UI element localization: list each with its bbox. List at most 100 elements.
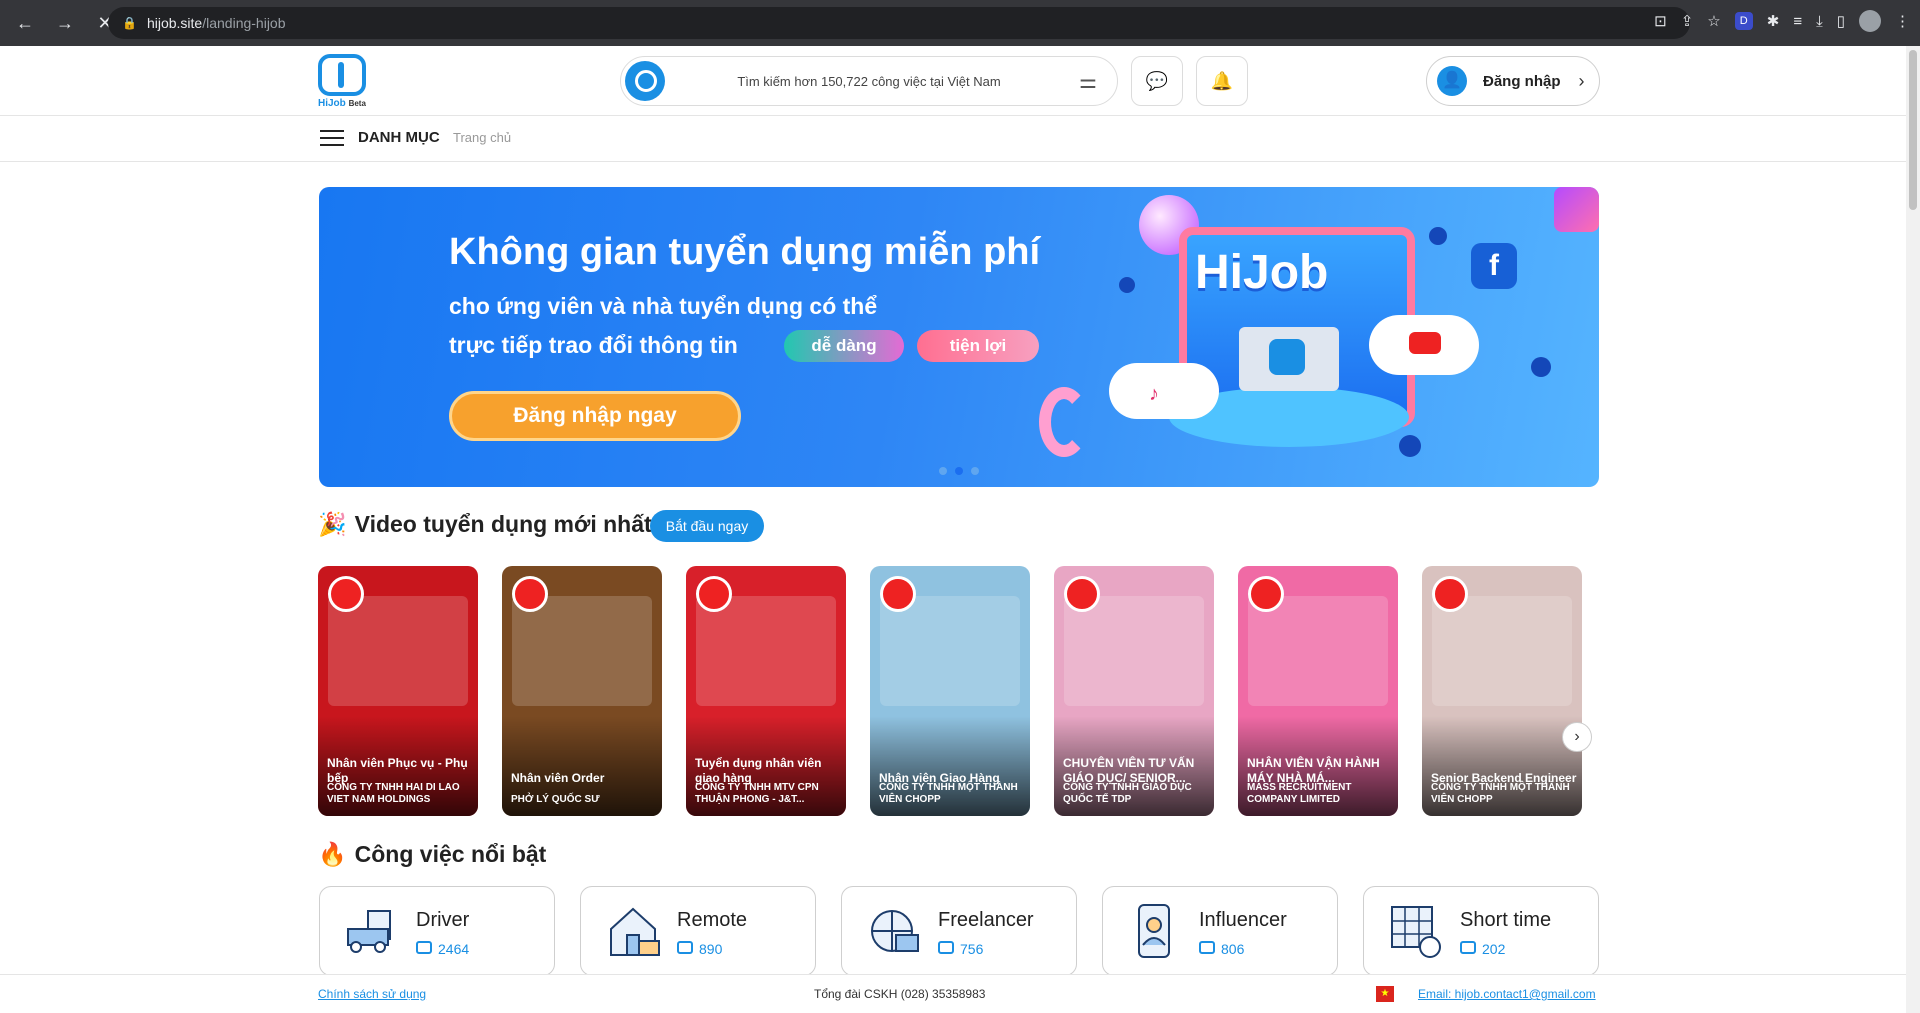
company-logo-icon [1248,576,1284,612]
hamburger-menu-icon[interactable] [320,130,344,148]
video-section-title-text: Video tuyển dụng mới nhất [354,511,652,537]
profile-avatar-icon[interactable] [1859,10,1881,32]
carousel-dot[interactable] [971,467,979,475]
chevron-right-icon: › [1578,70,1585,91]
extension-d-icon[interactable]: D [1734,12,1753,30]
video-title: Nhân viên Order [511,771,605,785]
hotline-text: Tổng đài CSKH (028) 35358983 [814,987,986,1001]
video-card[interactable]: Nhân viên Phục vụ - Phụ bếp CÔNG TY TNHH … [318,566,478,816]
start-now-button[interactable]: Bắt đầu ngay [650,510,764,542]
job-category-name: Remote [677,909,748,931]
chat-button[interactable]: 💬 [1131,56,1183,106]
extensions-puzzle-icon[interactable]: ✱ [1767,12,1780,30]
video-thumbnail [328,596,468,706]
job-category-name: Freelancer [938,909,1034,931]
vietnam-flag-icon[interactable]: ★ [1376,986,1394,1002]
banner-subtitle-line2: trực tiếp trao đổi thông tin [449,332,738,358]
filter-sliders-icon[interactable]: ⚌ [1073,69,1103,94]
bookmark-star-icon[interactable]: ☆ [1707,12,1720,30]
video-card[interactable]: CHUYÊN VIÊN TƯ VẤN GIÁO DỤC/ SENIOR... CÔ… [1054,566,1214,816]
job-category-card[interactable]: Short time 202 [1363,886,1599,976]
youtube-icon [1409,332,1441,354]
page: HiJob Beta ⚌ 💬 🔔 👤 Đăng nhập › DANH MỤC … [0,46,1906,1013]
tiktok-icon: ♪ [1137,377,1171,411]
share-icon[interactable]: ⇪ [1681,12,1694,30]
company-logo-icon [512,576,548,612]
scrollbar-thumb[interactable] [1909,50,1917,210]
carousel-dot-active[interactable] [955,467,963,475]
decor-gem [1554,187,1599,232]
video-thumbnail [512,596,652,706]
featured-section-title-text: Công việc nổi bật [354,841,547,867]
video-card[interactable]: Senior Backend Engineer CÔNG TY TNHH MỘT … [1422,566,1582,816]
login-label: Đăng nhập [1483,72,1561,90]
policy-link[interactable]: Chính sách sử dụng [318,987,426,1001]
video-company: CÔNG TY TNHH MỘT THÀNH VIÊN CHOPP [879,782,1018,805]
reading-list-icon[interactable]: ≡ [1793,13,1802,30]
company-logo-icon [880,576,916,612]
video-company: CÔNG TY TNHH MỘT THÀNH VIÊN CHOPP [1431,782,1570,805]
install-icon[interactable]: ⊡ [1654,12,1667,30]
video-company: MASS RECRUITMENT COMPANY LIMITED [1247,782,1352,805]
download-icon[interactable]: ⤓ [1816,13,1823,30]
site-footer: Chính sách sử dụng Tổng đài CSKH (028) 3… [0,974,1906,1013]
search-icon[interactable] [625,61,665,101]
party-emoji-icon: 🎉 [318,511,347,537]
video-thumbnail [696,596,836,706]
browser-toolbar: ← → ✕ 🔒 hijob.site /landing-hijob ⊡ ⇪ ☆ … [0,0,1920,46]
decor-ring [1039,387,1089,457]
decor-dot [1399,435,1421,457]
video-company: CÔNG TY TNHH HAI DI LAO VIET NAM HOLDING… [327,782,460,805]
facebook-icon: f [1471,243,1517,289]
home-office-icon [603,901,663,961]
notification-button[interactable]: 🔔 [1196,56,1248,106]
globe-briefcase-icon [864,901,924,961]
job-category-card[interactable]: Influencer 806 [1102,886,1338,976]
page-scrollbar[interactable] [1906,46,1920,1013]
decor-dot [1531,357,1551,377]
login-button[interactable]: 👤 Đăng nhập › [1426,56,1600,106]
job-category-card[interactable]: Freelancer 756 [841,886,1077,976]
job-category-card[interactable]: Driver 2464 [319,886,555,976]
login-now-button[interactable]: Đăng nhập ngay [449,391,741,441]
back-icon[interactable]: ← [14,13,36,34]
logo-text: HiJob Beta [318,98,366,109]
video-carousel: Nhân viên Phục vụ - Phụ bếp CÔNG TY TNHH … [318,566,1600,816]
logo[interactable]: HiJob Beta [318,54,378,110]
address-bar[interactable]: 🔒 hijob.site /landing-hijob [108,7,1690,39]
email-link[interactable]: Email: hijob.contact1@gmail.com [1418,987,1596,1001]
browser-nav: ← → ✕ [14,13,116,34]
banner-brand: HiJob [1195,246,1329,299]
forward-icon[interactable]: → [54,13,76,34]
video-thumbnail [880,596,1020,706]
decor-dot [1429,227,1447,245]
job-category-card[interactable]: Remote 890 [580,886,816,976]
briefcase-icon [938,941,954,954]
company-logo-icon [328,576,364,612]
video-card[interactable]: Tuyển dụng nhân viên giao hàng Công ty TN… [686,566,846,816]
search-input[interactable] [665,73,1073,89]
company-logo-icon [1432,576,1468,612]
fire-emoji-icon: 🔥 [318,841,347,867]
job-category-count: 202 [1482,941,1506,957]
logo-mark-icon [318,54,366,96]
video-card[interactable]: Nhân viên Order Phở Lý Quốc Sư [502,566,662,816]
video-thumbnail [1064,596,1204,706]
job-category-count: 2464 [438,941,470,957]
side-panel-icon[interactable]: ▯ [1837,12,1845,30]
video-company: CÔNG TY TNHH GIÁO DỤC QUỐC TẾ TDP [1063,782,1192,805]
menu-kebab-icon[interactable]: ⋮ [1895,12,1910,30]
carousel-dot[interactable] [939,467,947,475]
briefcase-icon [677,941,693,954]
breadcrumb[interactable]: Trang chủ [453,130,511,145]
user-icon: 👤 [1437,66,1467,96]
url-host: hijob.site [146,15,203,31]
video-card[interactable]: Nhân viên Giao Hàng CÔNG TY TNHH MỘT THÀN… [870,566,1030,816]
carousel-next-icon[interactable]: › [1562,722,1592,752]
hero-banner[interactable]: HiJob ♪ f Không gian tuyển dụng miễn phí… [319,187,1599,487]
featured-section-title: 🔥 Công việc nổi bật [318,841,546,868]
category-menu-label[interactable]: DANH MỤC [358,129,440,146]
job-category-count: 756 [960,941,984,957]
banner-title: Không gian tuyển dụng miễn phí [449,231,1041,273]
video-card[interactable]: NHÂN VIÊN VẬN HÀNH MÁY NHÀ MÁ... MASS REC… [1238,566,1398,816]
